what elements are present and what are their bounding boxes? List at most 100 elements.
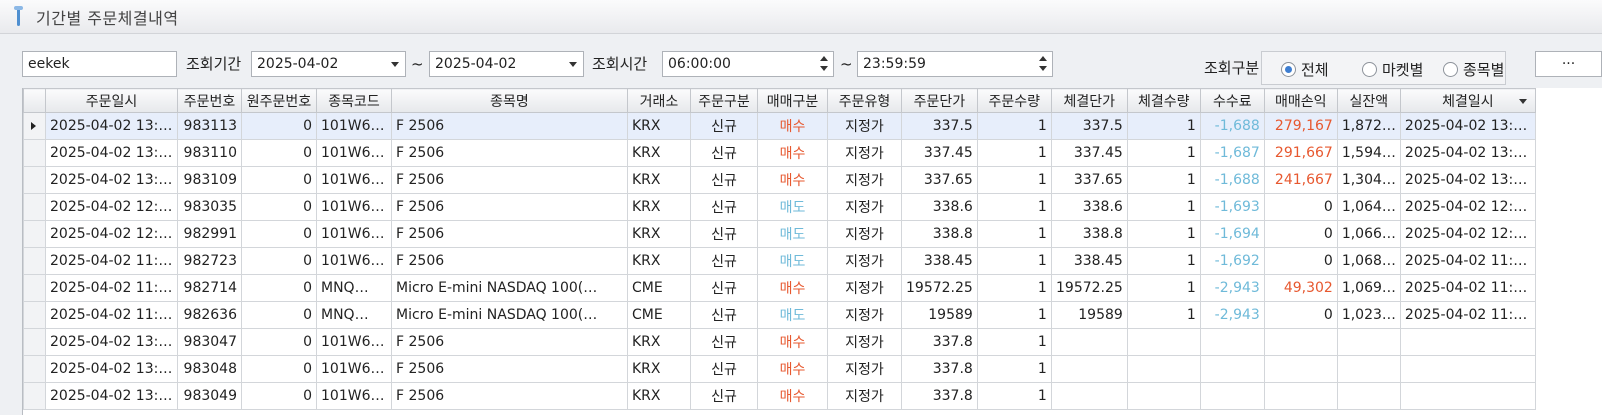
time-to-spinner[interactable]: 23:59:59	[857, 51, 1053, 77]
table-cell: -1,688	[1199, 112, 1265, 140]
table-cell: 2025-04-02 11:…	[45, 247, 178, 275]
row-header[interactable]	[23, 193, 46, 221]
column-header[interactable]: 주문유형	[827, 88, 902, 113]
column-header[interactable]: 원주문번호	[241, 88, 317, 113]
table-cell: CME	[627, 301, 691, 329]
row-header[interactable]	[23, 355, 46, 383]
spinner-arrows-icon[interactable]	[819, 55, 829, 73]
column-header[interactable]: 종목코드	[316, 88, 392, 113]
table-row[interactable]: 2025-04-02 12:… 982991 0 101W6… F 2506 KRX 신규 매…	[23, 220, 1536, 248]
title-bar: 기간별 주문체결내역	[0, 0, 1602, 34]
column-header[interactable]: 매매손익	[1263, 88, 1338, 113]
table-row[interactable]: 2025-04-02 13:… 983048 0 101W6… F 2506 KRX 신규 매…	[23, 355, 1536, 383]
column-header[interactable]: 수수료	[1199, 88, 1265, 113]
table-cell: 983048	[177, 355, 242, 383]
table-cell: 983113	[177, 112, 242, 140]
table-cell: 19572.25	[1050, 274, 1128, 302]
date-from-select[interactable]: 2025-04-02	[251, 51, 406, 77]
row-header[interactable]	[23, 274, 46, 302]
table-cell: 1	[976, 301, 1052, 329]
table-cell: 2025-04-02 12:…	[1399, 220, 1536, 248]
row-header[interactable]	[23, 166, 46, 194]
radio-market[interactable]: 마켓별	[1362, 59, 1423, 79]
time-from-spinner[interactable]: 06:00:00	[662, 51, 834, 77]
table-cell: 1,023…	[1336, 301, 1401, 329]
column-header-label: 거래소	[639, 93, 679, 110]
table-cell: 신규	[690, 328, 758, 356]
column-header[interactable]: 종목명	[391, 88, 628, 113]
row-header[interactable]	[23, 382, 46, 410]
tilde-1: ~	[411, 55, 424, 73]
row-header[interactable]	[23, 112, 46, 140]
table-cell: F 2506	[391, 328, 628, 356]
table-row[interactable]: 2025-04-02 11:… 982723 0 101W6… F 2506 KRX 신규 매…	[23, 247, 1536, 275]
table-cell: 337.45	[901, 139, 978, 167]
column-header[interactable]: 실잔액	[1336, 88, 1401, 113]
column-header-label: 주문단가	[913, 93, 966, 110]
current-row-icon	[31, 122, 36, 130]
table-row[interactable]: 2025-04-02 13:… 983113 0 101W6… F 2506 KRX 신규 매…	[23, 112, 1536, 140]
column-header-label: 주문유형	[838, 93, 891, 110]
column-header[interactable]: 주문일시	[45, 88, 178, 113]
table-cell: 101W6…	[316, 355, 392, 383]
table-cell: 0	[241, 112, 317, 140]
table-cell: 1	[976, 274, 1052, 302]
table-cell: 2025-04-02 13:…	[45, 139, 178, 167]
query-type-radio-group: 전체 마켓별 종목별	[1261, 51, 1506, 85]
date-to-value: 2025-04-02	[435, 56, 517, 72]
table-cell	[1050, 355, 1128, 383]
column-header[interactable]: 체결단가	[1050, 88, 1128, 113]
table-cell: 신규	[690, 355, 758, 383]
row-header[interactable]	[23, 247, 46, 275]
column-header[interactable]: 체결수량	[1126, 88, 1201, 113]
table-cell: 1,064…	[1336, 193, 1401, 221]
row-header[interactable]	[23, 139, 46, 167]
table-cell: 1,066…	[1336, 220, 1401, 248]
table-cell: F 2506	[391, 166, 628, 194]
column-header[interactable]: 주문단가	[901, 88, 978, 113]
table-cell: 지정가	[827, 247, 902, 275]
date-to-select[interactable]: 2025-04-02	[429, 51, 584, 77]
table-cell: Micro E-mini NASDAQ 100(…	[391, 274, 628, 302]
column-header[interactable]: 주문구분	[690, 88, 758, 113]
column-header[interactable]: 주문수량	[976, 88, 1052, 113]
radio-symbol-label: 종목별	[1463, 60, 1505, 79]
more-button[interactable]: ···	[1535, 51, 1602, 77]
spinner-arrows-icon[interactable]	[1038, 55, 1048, 73]
row-header[interactable]	[23, 220, 46, 248]
table-cell: 101W6…	[316, 247, 392, 275]
radio-symbol[interactable]: 종목별	[1443, 59, 1504, 79]
sort-down-icon[interactable]	[1518, 99, 1527, 104]
orders-grid[interactable]: 주문일시 주문번호 원주문번호 종목코드 종목명 거래소 주문구분 매매구분 주문유형 주문단가 주…	[22, 88, 1602, 415]
table-cell: 매도	[757, 247, 828, 275]
table-row[interactable]: 2025-04-02 12:… 983035 0 101W6… F 2506 KRX 신규 매…	[23, 193, 1536, 221]
table-cell: F 2506	[391, 112, 628, 140]
table-cell: 241,667	[1263, 166, 1338, 194]
table-row[interactable]: 2025-04-02 13:… 983110 0 101W6… F 2506 KRX 신규 매…	[23, 139, 1536, 167]
row-header[interactable]	[23, 301, 46, 329]
radio-all[interactable]: 전체	[1281, 59, 1329, 79]
table-cell: 2025-04-02 13:…	[45, 355, 178, 383]
column-header[interactable]: 거래소	[627, 88, 691, 113]
column-header[interactable]: 매매구분	[757, 88, 828, 113]
column-header[interactable]: 주문번호	[177, 88, 242, 113]
account-input[interactable]: eekek	[22, 51, 177, 77]
table-cell: 지정가	[827, 382, 902, 410]
table-cell: 신규	[690, 112, 758, 140]
table-cell: 1	[1126, 193, 1201, 221]
table-cell: 2025-04-02 11:…	[45, 301, 178, 329]
table-cell: 337.45	[1050, 139, 1128, 167]
table-cell: 지정가	[827, 166, 902, 194]
table-cell	[1399, 328, 1536, 356]
table-row[interactable]: 2025-04-02 13:… 983049 0 101W6… F 2506 KRX 신규 매…	[23, 382, 1536, 410]
table-cell: F 2506	[391, 382, 628, 410]
table-row[interactable]: 2025-04-02 11:… 982714 0 MNQ… Micro E-mini N…	[23, 274, 1536, 302]
table-cell: 1	[1126, 301, 1201, 329]
column-header[interactable]: 체결일시	[1399, 88, 1536, 113]
table-cell: 1,069…	[1336, 274, 1401, 302]
table-row[interactable]: 2025-04-02 13:… 983047 0 101W6… F 2506 KRX 신규 매…	[23, 328, 1536, 356]
row-header[interactable]	[23, 328, 46, 356]
table-row[interactable]: 2025-04-02 11:… 982636 0 MNQ… Micro E-mini N…	[23, 301, 1536, 329]
table-row[interactable]: 2025-04-02 13:… 983109 0 101W6… F 2506 KRX 신규 매…	[23, 166, 1536, 194]
table-cell: 983109	[177, 166, 242, 194]
